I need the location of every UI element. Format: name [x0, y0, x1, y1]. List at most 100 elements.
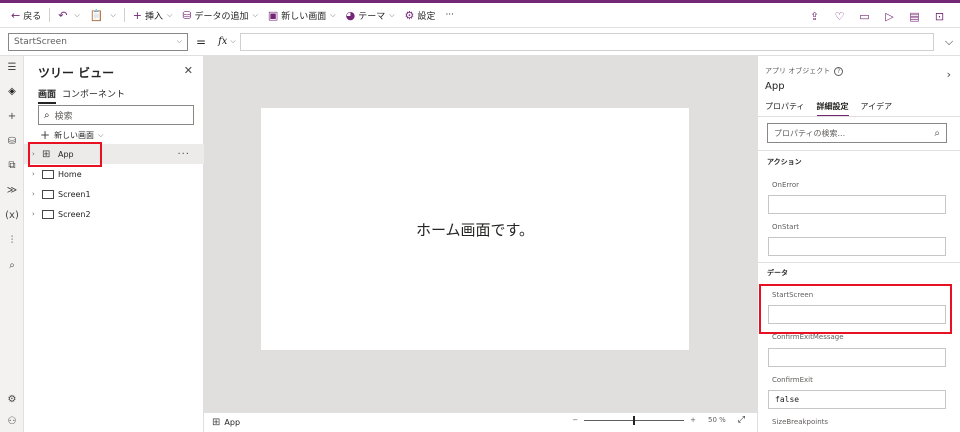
settings-gear-icon[interactable]: ⚙ [0, 394, 24, 405]
data-icon[interactable]: ⛁ [0, 136, 24, 147]
confirmexit-input[interactable]: false [768, 390, 946, 409]
save-icon[interactable]: ▤ [902, 10, 927, 23]
home-screen-label[interactable]: ホーム画面です。 [416, 219, 534, 240]
chevron-down-icon: ⌵ [74, 10, 80, 19]
chevron-right-icon[interactable]: › [947, 68, 951, 81]
field-label-confirmexit: ConfirmExit [772, 376, 813, 384]
selected-object-name: App [765, 81, 785, 92]
properties-header: アプリ オブジェクト ? [765, 66, 844, 76]
more-button[interactable]: ··· [440, 5, 459, 26]
chevron-down-icon[interactable]: ⌵ [938, 35, 960, 49]
fit-to-window-icon[interactable]: ⤢ [738, 415, 745, 425]
chevron-right-icon[interactable]: › [32, 170, 42, 178]
chevron-down-icon: ⌵ [110, 10, 116, 19]
formula-bar: StartScreen ⌵ = fx ⌵ ⌵ [0, 28, 960, 56]
tree-item-screen2[interactable]: › Screen2 [24, 204, 204, 224]
settings-button[interactable]: ⚙ 設定 [400, 5, 441, 26]
paste-button[interactable]: 📋 ⌵ [85, 5, 121, 26]
onerror-input[interactable] [768, 195, 946, 214]
chevron-down-icon: ⌵ [167, 10, 173, 19]
back-button[interactable]: ← 戻る [6, 5, 46, 26]
insert-button[interactable]: + 挿入 ⌵ [128, 5, 178, 26]
formula-input[interactable] [240, 32, 934, 51]
clipboard-icon: 📋 [89, 8, 104, 22]
field-label-onerror: OnError [772, 181, 800, 189]
chevron-down-icon: ⌵ [98, 130, 104, 139]
more-options-icon[interactable]: ··· [177, 149, 190, 160]
preview-play-icon[interactable]: ▷ [877, 10, 902, 23]
tab-advanced[interactable]: 詳細設定 [816, 101, 849, 117]
chevron-right-icon[interactable]: › [32, 190, 42, 198]
tree-view-icon[interactable]: ◈ [0, 86, 24, 97]
zoom-percentage: 50 % [707, 416, 726, 424]
search-icon: ⌕ [934, 127, 940, 139]
app-icon: ⊞ [212, 417, 221, 428]
new-screen-button[interactable]: ▣ 新しい画面 ⌵ [263, 5, 341, 26]
help-icon[interactable]: ? [834, 66, 844, 76]
onstart-input[interactable] [768, 237, 946, 256]
property-dropdown[interactable]: StartScreen ⌵ [8, 32, 188, 51]
new-screen-link[interactable]: + 新しい画面 ⌵ [40, 128, 103, 142]
plus-icon: + [40, 128, 51, 142]
back-arrow-icon: ← [11, 8, 21, 22]
current-screen-indicator[interactable]: ⊞ App [212, 417, 240, 428]
power-automate-icon[interactable]: ≫ [0, 185, 24, 196]
fx-button[interactable]: fx ⌵ [214, 32, 241, 51]
hamburger-icon[interactable]: ☰ [0, 62, 24, 73]
field-label-onstart: OnStart [772, 223, 800, 231]
tab-screens[interactable]: 画面 [38, 87, 57, 104]
property-search-input[interactable]: プロパティの検索... ⌕ [767, 123, 947, 143]
chevron-down-icon: ⌵ [230, 37, 236, 45]
plus-icon: + [132, 8, 142, 22]
equals-sign: = [196, 34, 207, 49]
screen-icon [42, 209, 54, 219]
tab-properties[interactable]: プロパティ [765, 101, 805, 117]
theme-button[interactable]: ◕ テーマ ⌵ [341, 5, 400, 26]
chevron-down-icon: ⌵ [176, 37, 182, 45]
add-data-button[interactable]: ⛁ データの追加 ⌵ [177, 5, 263, 26]
insert-plus-icon[interactable]: + [0, 111, 24, 122]
zoom-slider-thumb[interactable] [633, 415, 636, 425]
zoom-in-icon[interactable]: + [690, 416, 696, 424]
close-icon[interactable]: ✕ [184, 64, 193, 77]
media-icon[interactable]: ⧉ [0, 160, 24, 171]
comments-icon[interactable]: ▭ [852, 10, 877, 23]
zoom-control: − + 50 % ⤢ [572, 415, 745, 425]
account-icon[interactable]: ⚇ [0, 416, 24, 427]
tree-view-title: ツリー ビュー [38, 66, 115, 80]
tab-components[interactable]: コンポーネント [62, 87, 125, 104]
tree-item-home[interactable]: › Home [24, 164, 204, 184]
palette-icon: ◕ [345, 8, 356, 22]
undo-icon: ↶ [58, 8, 68, 22]
chevron-down-icon: ⌵ [252, 10, 258, 19]
app-checker-icon[interactable]: ♡ [827, 10, 852, 23]
zoom-slider[interactable] [584, 415, 685, 425]
command-bar: ← 戻る ↶ ⌵ 📋 ⌵ + 挿入 ⌵ ⛁ データの追加 ⌵ ▣ 新しい画面 ⌵ ◕ テーマ ⌵ ⚙ 設… [0, 3, 960, 28]
toolbar-divider [49, 8, 51, 22]
tree-item-screen1[interactable]: › Screen1 [24, 184, 204, 204]
new-screen-icon: ▣ [267, 8, 279, 22]
database-icon: ⛁ [182, 8, 192, 22]
chevron-down-icon: ⌵ [330, 10, 336, 19]
zoom-out-icon[interactable]: − [572, 416, 578, 424]
chevron-down-icon: ⌵ [389, 10, 395, 19]
section-header-data: データ [767, 269, 788, 277]
tree-search-input[interactable]: ⌕ 検索 [38, 105, 194, 125]
search-icon: ⌕ [44, 109, 50, 121]
share-icon[interactable]: ⇪ [802, 10, 827, 23]
field-label-sizebreakpoints: SizeBreakpoints [772, 418, 829, 426]
publish-icon[interactable]: ⊡ [927, 10, 952, 23]
variables-icon[interactable]: (x) [0, 210, 24, 221]
annotation-highlight-app [28, 142, 102, 167]
tab-ideas[interactable]: アイデア [861, 101, 893, 117]
tools-icon[interactable]: ⫶ [0, 235, 24, 246]
undo-button[interactable]: ↶ ⌵ [53, 5, 85, 26]
search-icon[interactable]: ⌕ [0, 260, 24, 271]
divider [758, 262, 960, 263]
chevron-right-icon[interactable]: › [32, 210, 42, 218]
confirmexitmessage-input[interactable] [768, 348, 946, 367]
properties-panel: アプリ オブジェクト ? › App プロパティ 詳細設定 アイデア プロパティ… [757, 56, 960, 432]
toolbar-divider [123, 8, 125, 22]
screen-artboard[interactable]: ホーム画面です。 [261, 108, 689, 350]
annotation-highlight-startscreen [759, 284, 952, 334]
